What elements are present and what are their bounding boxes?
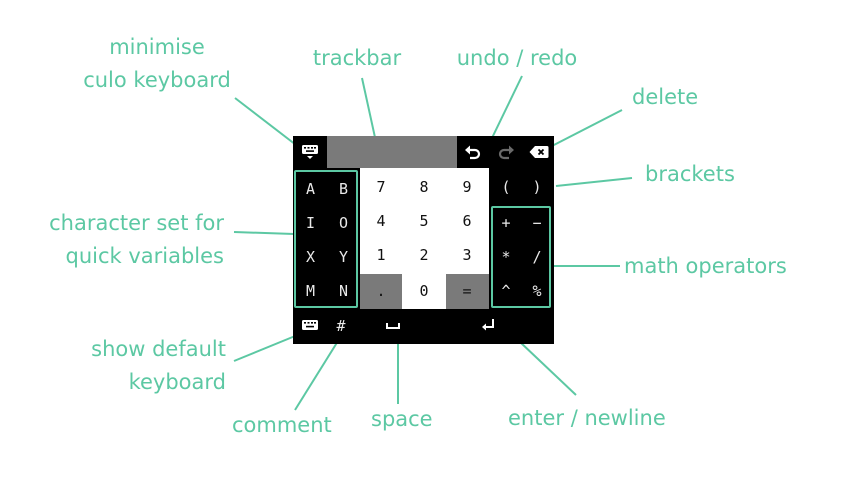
math-operators-frame (491, 206, 551, 308)
digit-key[interactable]: 9 (446, 172, 488, 202)
keyboard-down-icon[interactable] (301, 144, 319, 160)
digit-key[interactable]: 2 (403, 240, 445, 270)
dot-key[interactable]: . (360, 276, 402, 306)
backspace-icon[interactable] (529, 145, 549, 159)
leader-delete (549, 109, 623, 148)
space-bar-icon[interactable] (386, 322, 400, 330)
open-bracket-key[interactable]: ( (491, 172, 521, 202)
label-enter: enter / newline (508, 406, 666, 430)
trackbar[interactable] (327, 136, 457, 168)
label-show-default: show default keyboard (91, 337, 226, 394)
culo-keyboard: A B I O X Y M N 7 8 9 4 5 6 1 2 3 . 0 = … (293, 136, 554, 344)
label-charset: character set for quick variables (49, 211, 224, 268)
leader-charset (233, 231, 295, 235)
label-minimise: minimise culo keyboard (83, 35, 231, 92)
leader-trackbar (361, 77, 377, 143)
leader-show-default (233, 333, 301, 362)
comment-key[interactable]: # (329, 311, 353, 341)
digit-key[interactable]: 6 (446, 206, 488, 236)
label-trackbar: trackbar (312, 46, 402, 70)
label-delete: delete (632, 85, 699, 109)
digit-key[interactable]: 4 (360, 206, 402, 236)
leader-undo-redo (491, 75, 523, 139)
label-brackets: brackets (645, 162, 735, 186)
digit-key[interactable]: 8 (403, 172, 445, 202)
label-comment: comment (232, 413, 332, 437)
digit-key[interactable]: 5 (403, 206, 445, 236)
digit-key[interactable]: 0 (403, 276, 445, 306)
leader-brackets (555, 177, 633, 187)
equals-key[interactable]: = (446, 276, 488, 306)
label-undo-redo: undo / redo (456, 46, 578, 70)
label-space: space (371, 407, 433, 431)
digit-key[interactable]: 1 (360, 240, 402, 270)
redo-icon[interactable] (498, 144, 515, 160)
digit-key[interactable]: 3 (446, 240, 488, 270)
digit-key[interactable]: 7 (360, 172, 402, 202)
leader-comment (294, 340, 339, 411)
keyboard-icon[interactable] (301, 319, 319, 331)
leader-minimise (234, 97, 301, 149)
undo-icon[interactable] (464, 144, 481, 160)
enter-return-icon[interactable] (481, 318, 495, 332)
close-bracket-key[interactable]: ) (522, 172, 552, 202)
leader-enter (519, 341, 577, 396)
label-math: math operators (624, 254, 787, 278)
character-set-frame (294, 170, 358, 308)
